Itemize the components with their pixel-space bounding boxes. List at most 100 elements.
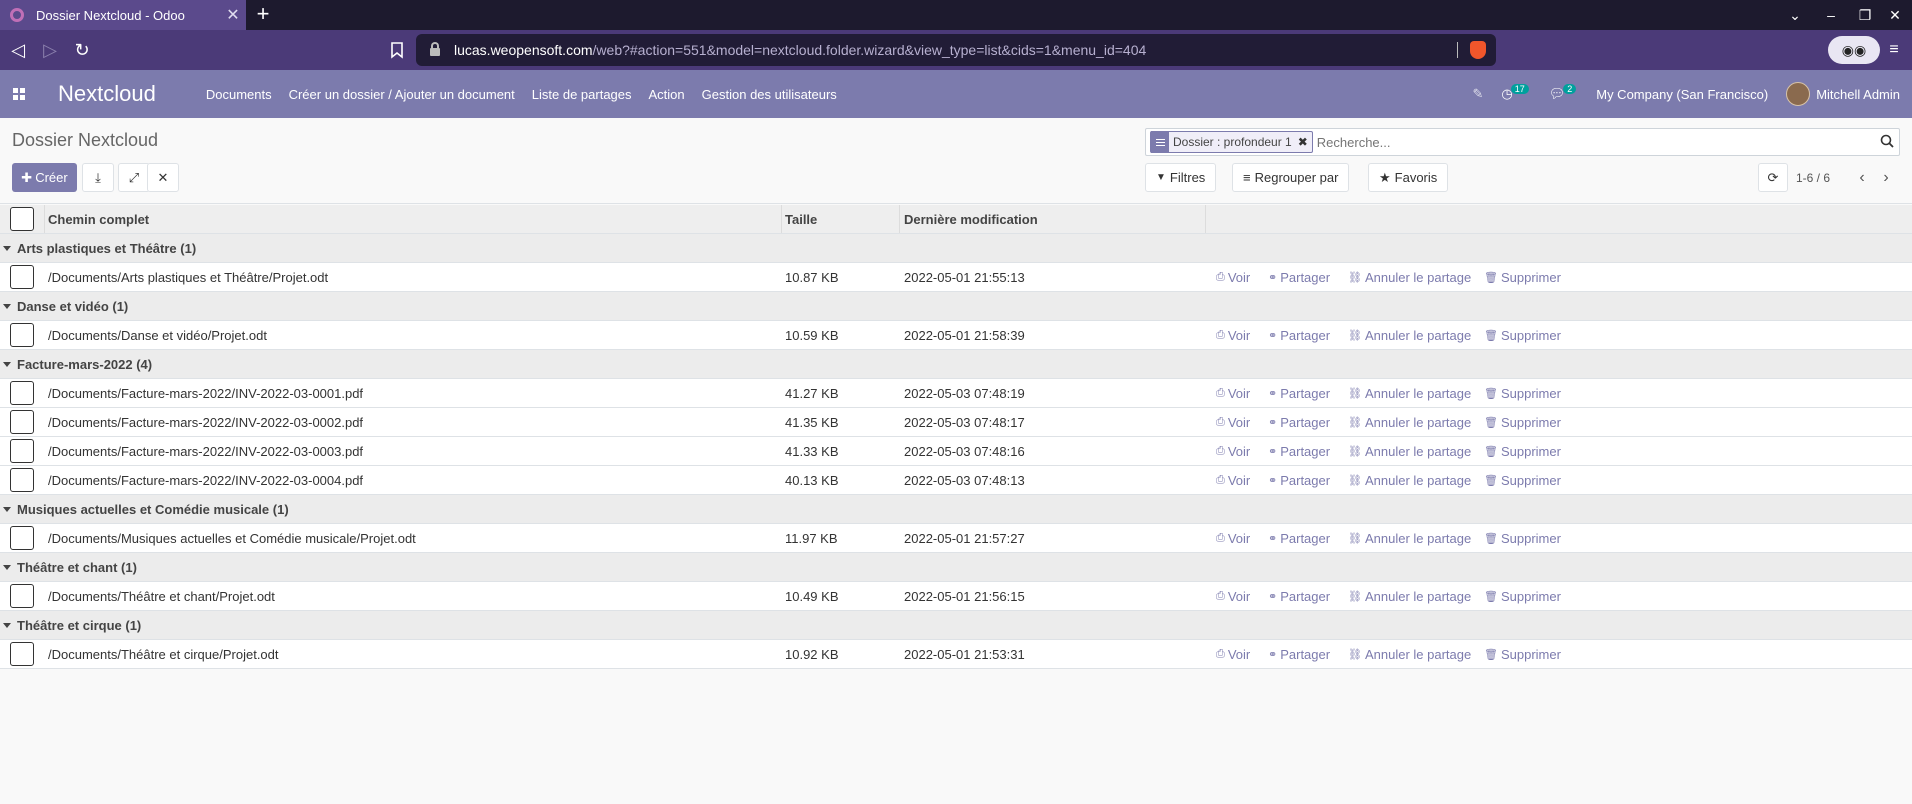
view-button[interactable]: ⎙ Voir: [1216, 582, 1250, 610]
view-button[interactable]: ⎙ Voir: [1216, 640, 1250, 668]
edit-icon[interactable]: ✎: [1472, 86, 1483, 102]
delete-button[interactable]: 🗑︎ Supprimer: [1484, 640, 1561, 668]
new-tab-icon[interactable]: +: [250, 2, 276, 28]
group-row[interactable]: Arts plastiques et Théâtre (1): [0, 234, 1912, 263]
forward-icon[interactable]: ▷: [38, 38, 62, 62]
row-checkbox[interactable]: [10, 408, 34, 436]
menu-user-management[interactable]: Gestion des utilisateurs: [702, 87, 837, 102]
group-row[interactable]: Théâtre et chant (1): [0, 553, 1912, 582]
app-brand[interactable]: Nextcloud: [58, 81, 156, 107]
view-button[interactable]: ⎙ Voir: [1216, 408, 1250, 436]
share-button[interactable]: ⚭ Partager: [1268, 640, 1330, 668]
delete-button[interactable]: 🗑︎ Supprimer: [1484, 321, 1561, 349]
row-checkbox[interactable]: [10, 640, 34, 668]
delete-button[interactable]: 🗑︎ Supprimer: [1484, 437, 1561, 465]
view-button[interactable]: ⎙ Voir: [1216, 321, 1250, 349]
menu-action[interactable]: Action: [649, 87, 685, 102]
pager-previous-icon[interactable]: ‹: [1852, 163, 1872, 192]
row-checkbox[interactable]: [10, 263, 34, 291]
create-button[interactable]: ✚ Créer: [12, 163, 77, 192]
search-icon[interactable]: [1875, 134, 1899, 151]
table-row[interactable]: /Documents/Arts plastiques et Théâtre/Pr…: [0, 263, 1912, 292]
share-button[interactable]: ⚭ Partager: [1268, 321, 1330, 349]
close-window-icon[interactable]: ✕: [1878, 0, 1912, 30]
pager-value[interactable]: 1-6 / 6: [1796, 163, 1830, 192]
share-button[interactable]: ⚭ Partager: [1268, 582, 1330, 610]
download-button[interactable]: ⤓: [82, 163, 114, 192]
tab-list-icon[interactable]: ⌄: [1778, 0, 1812, 30]
unshare-button[interactable]: ⛓ Annuler le partage: [1348, 466, 1471, 494]
user-menu[interactable]: Mitchell Admin: [1786, 82, 1900, 106]
select-all-checkbox[interactable]: [10, 205, 34, 233]
unshare-button[interactable]: ⛓ Annuler le partage: [1348, 408, 1471, 436]
group-row[interactable]: Théâtre et cirque (1): [0, 611, 1912, 640]
unshare-button[interactable]: ⛓ Annuler le partage: [1348, 640, 1471, 668]
share-button[interactable]: ⚭ Partager: [1268, 263, 1330, 291]
close-tab-icon[interactable]: ✕: [220, 5, 246, 25]
extension-glasses-icon[interactable]: ◉◉: [1828, 36, 1880, 64]
group-row[interactable]: Musiques actuelles et Comédie musicale (…: [0, 495, 1912, 524]
menu-documents[interactable]: Documents: [206, 87, 272, 102]
unshare-button[interactable]: ⛓ Annuler le partage: [1348, 321, 1471, 349]
delete-button[interactable]: 🗑︎ Supprimer: [1484, 466, 1561, 494]
expand-button[interactable]: ⤢: [118, 163, 150, 192]
row-checkbox[interactable]: [10, 437, 34, 465]
company-switcher[interactable]: My Company (San Francisco): [1596, 87, 1768, 102]
share-button[interactable]: ⚭ Partager: [1268, 408, 1330, 436]
share-button[interactable]: ⚭ Partager: [1268, 379, 1330, 407]
filters-button[interactable]: ▼ Filtres: [1145, 163, 1217, 192]
group-row[interactable]: Facture-mars-2022 (4): [0, 350, 1912, 379]
view-button[interactable]: ⎙ Voir: [1216, 466, 1250, 494]
browser-tab[interactable]: Dossier Nextcloud - Odoo ✕: [0, 0, 246, 30]
groupby-button[interactable]: ≡ Regrouper par: [1232, 163, 1350, 192]
row-checkbox[interactable]: [10, 466, 34, 494]
table-row[interactable]: /Documents/Facture-mars-2022/INV-2022-03…: [0, 408, 1912, 437]
column-path[interactable]: Chemin complet: [48, 205, 149, 233]
messaging-menu[interactable]: 💬︎ 2: [1549, 84, 1579, 102]
column-size[interactable]: Taille: [785, 205, 817, 233]
unshare-button[interactable]: ⛓ Annuler le partage: [1348, 263, 1471, 291]
delete-button[interactable]: 🗑︎ Supprimer: [1484, 379, 1561, 407]
column-modified[interactable]: Dernière modification: [904, 205, 1038, 233]
remove-facet-icon[interactable]: ✖: [1296, 135, 1312, 149]
delete-button[interactable]: 🗑︎ Supprimer: [1484, 408, 1561, 436]
search-input[interactable]: [1316, 134, 1875, 150]
table-row[interactable]: /Documents/Théâtre et cirque/Projet.odt 1…: [0, 640, 1912, 669]
refresh-button[interactable]: ⟳: [1758, 163, 1788, 192]
group-row[interactable]: Danse et vidéo (1): [0, 292, 1912, 321]
restore-icon[interactable]: ❐: [1848, 0, 1882, 30]
unshare-button[interactable]: ⛓ Annuler le partage: [1348, 437, 1471, 465]
apps-menu-icon[interactable]: [0, 70, 38, 118]
reload-icon[interactable]: ↻: [70, 38, 94, 62]
menu-create-folder[interactable]: Créer un dossier / Ajouter un document: [289, 87, 515, 102]
collapse-button[interactable]: ✕: [147, 163, 179, 192]
share-button[interactable]: ⚭ Partager: [1268, 437, 1330, 465]
bookmark-icon[interactable]: [386, 38, 408, 62]
view-button[interactable]: ⎙ Voir: [1216, 437, 1250, 465]
unshare-button[interactable]: ⛓ Annuler le partage: [1348, 582, 1471, 610]
delete-button[interactable]: 🗑︎ Supprimer: [1484, 524, 1561, 552]
share-button[interactable]: ⚭ Partager: [1268, 466, 1330, 494]
view-button[interactable]: ⎙ Voir: [1216, 524, 1250, 552]
search-facet[interactable]: Dossier : profondeur 1 ✖: [1150, 131, 1313, 153]
address-bar[interactable]: lucas.weopensoft.com/web?#action=551&mod…: [416, 34, 1496, 66]
menu-share-list[interactable]: Liste de partages: [532, 87, 632, 102]
table-row[interactable]: /Documents/Facture-mars-2022/INV-2022-03…: [0, 379, 1912, 408]
view-button[interactable]: ⎙ Voir: [1216, 379, 1250, 407]
table-row[interactable]: /Documents/Musiques actuelles et Comédie…: [0, 524, 1912, 553]
favorites-button[interactable]: ★ Favoris: [1368, 163, 1449, 192]
view-button[interactable]: ⎙ Voir: [1216, 263, 1250, 291]
activity-menu[interactable]: ◷ 17: [1501, 84, 1530, 102]
back-icon[interactable]: ◁: [6, 38, 30, 62]
table-row[interactable]: /Documents/Théâtre et chant/Projet.odt 10…: [0, 582, 1912, 611]
row-checkbox[interactable]: [10, 524, 34, 552]
table-row[interactable]: /Documents/Danse et vidéo/Projet.odt 10.5…: [0, 321, 1912, 350]
table-row[interactable]: /Documents/Facture-mars-2022/INV-2022-03…: [0, 437, 1912, 466]
delete-button[interactable]: 🗑︎ Supprimer: [1484, 582, 1561, 610]
unshare-button[interactable]: ⛓ Annuler le partage: [1348, 524, 1471, 552]
table-row[interactable]: /Documents/Facture-mars-2022/INV-2022-03…: [0, 466, 1912, 495]
minimize-icon[interactable]: –: [1814, 0, 1848, 30]
pager-next-icon[interactable]: ›: [1876, 163, 1896, 192]
browser-menu-icon[interactable]: ≡: [1882, 38, 1906, 62]
unshare-button[interactable]: ⛓ Annuler le partage: [1348, 379, 1471, 407]
